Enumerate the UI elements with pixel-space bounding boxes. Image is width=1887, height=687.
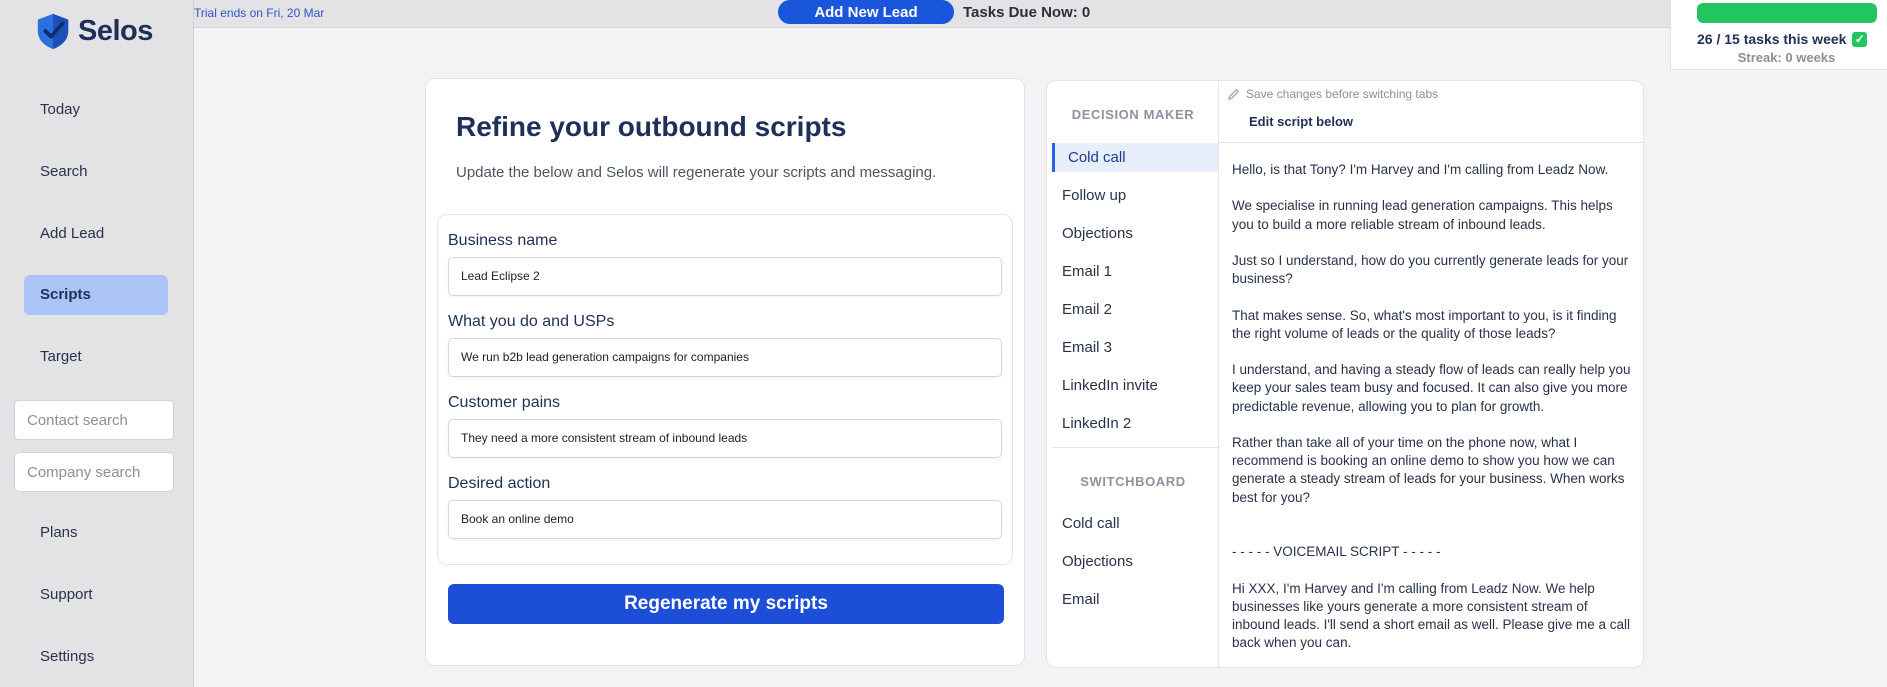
- streak-text: Streak: 0 weeks: [1737, 50, 1836, 65]
- customer-pains-field[interactable]: They need a more consistent stream of in…: [448, 419, 1002, 458]
- sidebar-item-add-lead[interactable]: Add Lead: [24, 214, 168, 254]
- tab-dm-objections[interactable]: Objections: [1052, 219, 1218, 248]
- company-search-input[interactable]: [14, 452, 174, 492]
- script-inputs-form: Business name Lead Eclipse 2 What you do…: [437, 214, 1013, 565]
- script-tabs: DECISION MAKER Cold call Follow up Objec…: [1047, 81, 1219, 667]
- scripts-panel: DECISION MAKER Cold call Follow up Objec…: [1046, 80, 1644, 668]
- pencil-icon: [1228, 88, 1239, 100]
- add-new-lead-button[interactable]: Add New Lead: [778, 0, 954, 24]
- top-bar: Trial ends on Fri, 20 Mar Add New Lead T…: [194, 0, 1887, 28]
- weekly-progress-bar: [1697, 3, 1877, 23]
- sidebar-item-scripts[interactable]: Scripts: [24, 275, 168, 315]
- weekly-progress-fill: [1697, 3, 1877, 23]
- edit-script-label: Edit script below: [1249, 114, 1354, 129]
- regenerate-scripts-button[interactable]: Regenerate my scripts: [448, 584, 1004, 624]
- shield-logo-icon: [37, 13, 69, 50]
- switchboard-heading: SWITCHBOARD: [1080, 474, 1186, 489]
- save-changes-note: Save changes before switching tabs: [1227, 87, 1438, 101]
- weekly-tasks-count: 26 / 15 tasks this week: [1697, 31, 1847, 47]
- desired-action-label: Desired action: [448, 475, 551, 492]
- sidebar-item-target[interactable]: Target: [24, 337, 168, 377]
- logo[interactable]: Selos: [34, 12, 153, 50]
- desired-action-field[interactable]: Book an online demo: [448, 500, 1002, 539]
- script-text-editor[interactable]: Hello, is that Tony? I'm Harvey and I'm …: [1232, 161, 1637, 652]
- sidebar-item-settings[interactable]: Settings: [24, 637, 168, 677]
- script-editor-header: Save changes before switching tabs Edit …: [1219, 81, 1643, 143]
- sidebar-item-plans[interactable]: Plans: [24, 513, 168, 553]
- tabs-divider: [1052, 447, 1218, 448]
- sidebar: Selos Today Search Add Lead Scripts Targ…: [0, 0, 194, 687]
- tasks-due-counter[interactable]: Tasks Due Now: 0: [963, 4, 1090, 21]
- decision-maker-heading: DECISION MAKER: [1071, 107, 1195, 122]
- sidebar-item-search[interactable]: Search: [24, 152, 168, 192]
- usps-label: What you do and USPs: [448, 313, 615, 330]
- page-title: Refine your outbound scripts: [456, 111, 847, 142]
- contact-search-input[interactable]: [14, 400, 174, 440]
- tab-dm-linkedin-2[interactable]: LinkedIn 2: [1052, 409, 1218, 438]
- tab-sb-cold-call[interactable]: Cold call: [1052, 509, 1218, 538]
- tab-dm-email-1[interactable]: Email 1: [1052, 257, 1218, 286]
- customer-pains-label: Customer pains: [448, 394, 561, 411]
- sidebar-item-today[interactable]: Today: [24, 90, 168, 130]
- trial-notice[interactable]: Trial ends on Fri, 20 Mar: [194, 6, 324, 20]
- weekly-progress-widget: 26 / 15 tasks this week ✓ Streak: 0 week…: [1670, 0, 1887, 70]
- weekly-progress-text: 26 / 15 tasks this week ✓: [1697, 31, 1868, 47]
- tab-dm-email-3[interactable]: Email 3: [1052, 333, 1218, 362]
- app-name: Selos: [78, 14, 153, 47]
- tab-sb-email[interactable]: Email: [1052, 585, 1218, 614]
- check-icon: ✓: [1852, 31, 1868, 47]
- tab-sb-objections[interactable]: Objections: [1052, 547, 1218, 576]
- tab-dm-cold-call[interactable]: Cold call: [1052, 143, 1218, 172]
- tab-dm-linkedin-invite[interactable]: LinkedIn invite: [1052, 371, 1218, 400]
- business-name-label: Business name: [448, 232, 558, 249]
- sidebar-item-support[interactable]: Support: [24, 575, 168, 615]
- tab-dm-follow-up[interactable]: Follow up: [1052, 181, 1218, 210]
- save-changes-text: Save changes before switching tabs: [1246, 87, 1439, 101]
- refine-scripts-card: Refine your outbound scripts Update the …: [425, 78, 1025, 666]
- tab-dm-email-2[interactable]: Email 2: [1052, 295, 1218, 324]
- business-name-field[interactable]: Lead Eclipse 2: [448, 257, 1002, 296]
- usps-field[interactable]: We run b2b lead generation campaigns for…: [448, 338, 1002, 377]
- page-subtitle: Update the below and Selos will regenera…: [456, 164, 937, 181]
